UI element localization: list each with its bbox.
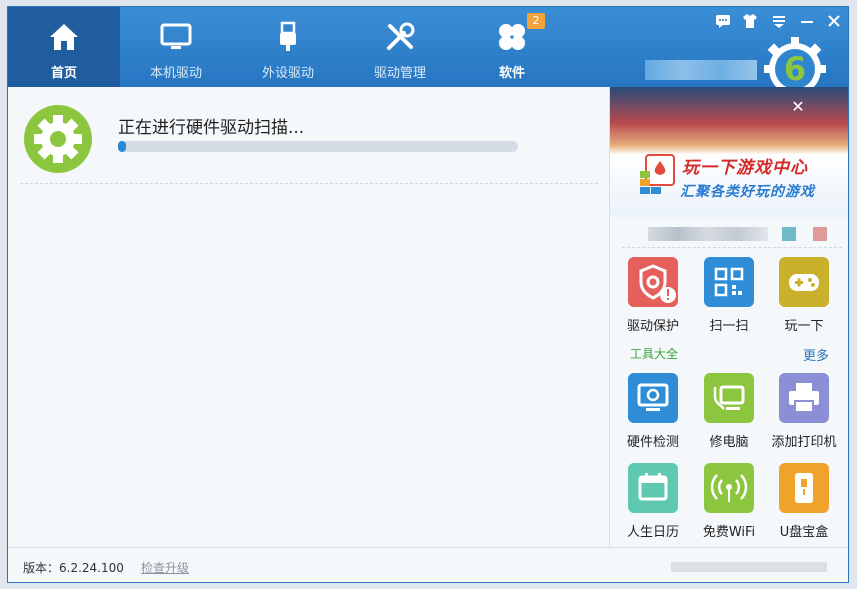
scan-progress-fill xyxy=(118,141,126,152)
status-bar: 版本：6.2.24.100 检查升级 xyxy=(8,547,848,582)
wifi-icon xyxy=(704,463,754,513)
divider xyxy=(622,247,842,248)
divider xyxy=(20,183,598,184)
tool-label: 修电脑 xyxy=(709,435,749,450)
header-bar: 首页 本机驱动 外设驱动 驱动管理 软件 2 6 xyxy=(8,7,848,93)
banner-title: 玩一下游戏中心 xyxy=(682,158,808,178)
tool-label: 驱动保护 xyxy=(626,319,679,334)
free-wifi-button[interactable]: 免费WiFi xyxy=(692,463,766,547)
add-printer-button[interactable]: 添加打印机 xyxy=(767,373,841,457)
hardware-check-button[interactable]: 硬件检测 xyxy=(616,373,690,457)
minimize-icon[interactable] xyxy=(798,12,816,30)
driver-protect-button[interactable]: 驱动保护 xyxy=(616,257,690,341)
repair-pc-button[interactable]: 修电脑 xyxy=(692,373,766,457)
tool-label: U盘宝盒 xyxy=(779,525,829,540)
gamepad-icon xyxy=(779,257,829,307)
stethoscope-monitor-icon xyxy=(704,373,754,423)
tab-software[interactable]: 软件 xyxy=(456,7,568,87)
qr-code-icon xyxy=(704,257,754,307)
logo-number: 6 xyxy=(784,50,806,88)
scan-indicator xyxy=(24,105,92,173)
usb-icon xyxy=(280,21,296,51)
usb-toolbox-button[interactable]: U盘宝盒 xyxy=(767,463,841,547)
scan-qr-button[interactable]: 扫一扫 xyxy=(692,257,766,341)
banner-dot[interactable] xyxy=(813,227,827,241)
scan-status-text: 正在进行硬件驱动扫描... xyxy=(118,118,305,138)
tool-label: 人生日历 xyxy=(626,525,679,540)
skin-icon[interactable] xyxy=(741,12,759,30)
banner-close-icon[interactable]: ✕ xyxy=(788,97,808,117)
tab-software-label: 软件 xyxy=(498,66,525,81)
clover-icon xyxy=(499,24,525,50)
tool-label: 硬件检测 xyxy=(626,435,679,450)
hardware-monitor-icon xyxy=(628,373,678,423)
main-panel: 正在进行硬件驱动扫描... xyxy=(8,87,609,547)
version-text: 版本：6.2.24.100 xyxy=(23,561,124,575)
tab-peripheral-drivers-label: 外设驱动 xyxy=(261,66,314,81)
game-center-banner[interactable]: 玩一下游戏中心 汇聚各类好玩的游戏 ✕ xyxy=(610,87,848,217)
tool-label: 扫一扫 xyxy=(709,319,749,334)
software-update-badge: 2 xyxy=(527,13,545,29)
banner-subtitle: 汇聚各类好玩的游戏 xyxy=(680,184,815,200)
tab-local-drivers[interactable]: 本机驱动 xyxy=(120,7,232,87)
monitor-icon xyxy=(160,23,192,49)
banner-pager xyxy=(648,227,768,241)
message-icon[interactable] xyxy=(714,12,732,30)
life-calendar-button[interactable]: 人生日历 xyxy=(616,463,690,547)
check-update-link[interactable]: 检查升级 xyxy=(141,559,189,576)
tool-label: 玩一下 xyxy=(784,319,824,334)
tools-icon xyxy=(387,22,415,50)
gear-icon xyxy=(34,115,82,163)
side-panel: 玩一下游戏中心 汇聚各类好玩的游戏 ✕ 驱动保护 扫一扫 玩一下 工具大全 更多… xyxy=(609,87,848,547)
menu-icon[interactable] xyxy=(770,12,788,30)
play-games-button[interactable]: 玩一下 xyxy=(767,257,841,341)
scan-progress-bar xyxy=(118,141,518,152)
tab-home-label: 首页 xyxy=(50,66,77,81)
banner-dot[interactable] xyxy=(782,227,796,241)
tool-label: 免费WiFi xyxy=(702,525,756,540)
game-center-logo xyxy=(640,154,675,194)
tab-driver-management[interactable]: 驱动管理 xyxy=(344,7,456,87)
driver-wizard-logo: 6 xyxy=(764,37,826,93)
tab-home[interactable]: 首页 xyxy=(8,7,120,87)
tab-driver-management-label: 驱动管理 xyxy=(373,66,426,81)
tool-label: 添加打印机 xyxy=(771,435,837,450)
home-icon xyxy=(50,24,78,50)
printer-icon xyxy=(779,373,829,423)
tab-local-drivers-label: 本机驱动 xyxy=(149,66,202,81)
tab-peripheral-drivers[interactable]: 外设驱动 xyxy=(232,7,344,87)
close-icon[interactable] xyxy=(825,12,843,30)
calendar-icon xyxy=(628,463,678,513)
watermark xyxy=(671,562,827,572)
usb-drive-icon xyxy=(779,463,829,513)
app-window: 首页 本机驱动 外设驱动 驱动管理 软件 2 6 正在进行硬件驱动扫描... 玩… xyxy=(7,6,849,583)
toolbox-more-link[interactable]: 更多 xyxy=(803,345,829,364)
user-account-area[interactable] xyxy=(645,60,757,80)
toolbox-title: 工具大全 xyxy=(630,347,679,361)
shield-icon xyxy=(628,257,678,307)
